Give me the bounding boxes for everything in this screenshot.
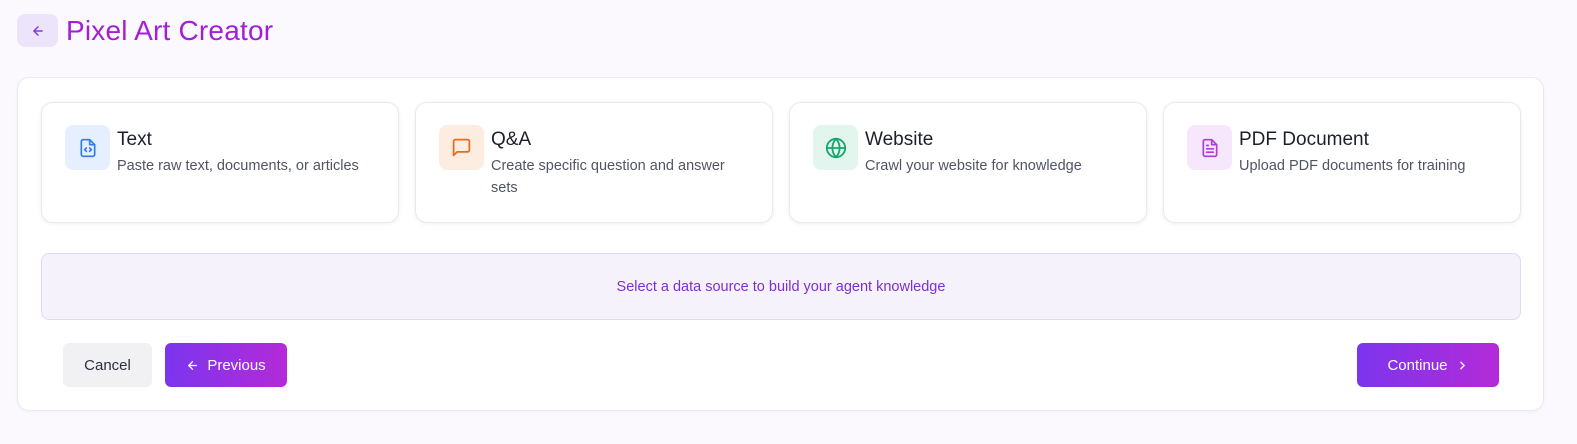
source-card-title: Q&A bbox=[491, 129, 532, 150]
file-code-icon bbox=[65, 125, 110, 170]
source-card-list: Text Paste raw text, documents, or artic… bbox=[41, 102, 1521, 223]
source-card-title: PDF Document bbox=[1239, 129, 1369, 150]
source-card-description: Upload PDF documents for training bbox=[1239, 158, 1466, 174]
source-card-website[interactable]: Website Crawl your website for knowledge bbox=[789, 102, 1147, 223]
globe-icon bbox=[813, 125, 858, 170]
selection-notice: Select a data source to build your agent… bbox=[41, 253, 1521, 320]
chevron-right-icon bbox=[1459, 361, 1465, 369]
message-square-icon bbox=[439, 125, 484, 170]
source-card-title: Website bbox=[865, 129, 934, 150]
back-button[interactable] bbox=[17, 14, 58, 47]
page-header: Pixel Art Creator bbox=[17, 14, 273, 47]
source-card-description: Crawl your website for knowledge bbox=[865, 158, 1082, 174]
continue-button[interactable]: Continue bbox=[1357, 343, 1499, 387]
continue-button-label: Continue bbox=[1387, 356, 1448, 374]
source-card-title: Text bbox=[117, 129, 152, 150]
file-text-icon bbox=[1187, 125, 1232, 170]
previous-button[interactable]: Previous bbox=[165, 343, 287, 387]
arrow-left-icon bbox=[188, 360, 198, 370]
cancel-button[interactable]: Cancel bbox=[63, 343, 152, 387]
source-card-text[interactable]: Text Paste raw text, documents, or artic… bbox=[41, 102, 399, 223]
page-title: Pixel Art Creator bbox=[66, 14, 274, 46]
source-card-qa[interactable]: Q&A Create specific question and answer … bbox=[415, 102, 773, 223]
arrow-left-icon bbox=[32, 25, 43, 36]
source-card-description: Paste raw text, documents, or articles bbox=[117, 158, 359, 174]
data-source-panel: Text Paste raw text, documents, or artic… bbox=[17, 77, 1544, 411]
previous-button-label: Previous bbox=[207, 356, 266, 374]
source-card-pdf[interactable]: PDF Document Upload PDF documents for tr… bbox=[1163, 102, 1521, 223]
source-card-description: Create specific question and answer sets bbox=[491, 158, 725, 196]
cancel-button-label: Cancel bbox=[84, 356, 131, 374]
